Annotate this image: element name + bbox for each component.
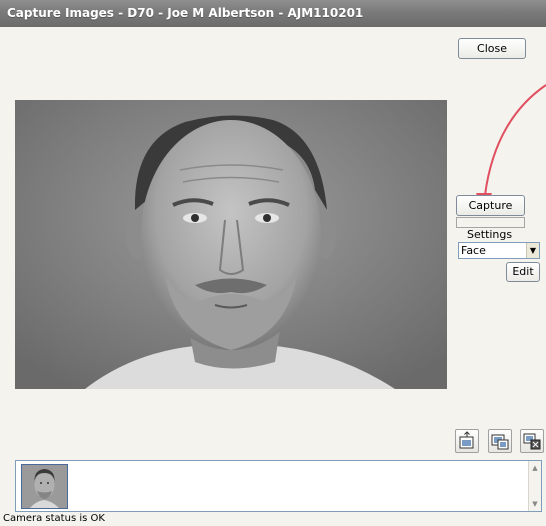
camera-status-text: Camera status is OK <box>3 513 105 524</box>
scroll-up-icon[interactable]: ▲ <box>529 462 541 474</box>
delete-image-button[interactable] <box>520 429 544 453</box>
capture-images-window: Capture Images - D70 - Joe M Albertson -… <box>0 0 546 526</box>
camera-preview <box>15 100 447 389</box>
dropdown-arrow-icon[interactable]: ▼ <box>526 243 539 258</box>
image-export-button[interactable] <box>488 429 512 453</box>
image-import-icon <box>459 431 474 449</box>
edit-button[interactable]: Edit <box>506 262 540 282</box>
close-button[interactable]: Close <box>458 38 526 59</box>
delete-image-icon <box>523 433 541 450</box>
image-import-button[interactable] <box>455 429 479 453</box>
capture-progress-bar <box>456 217 525 228</box>
thumbnail-scrollbar[interactable]: ▲ ▼ <box>528 461 541 511</box>
thumbnail-image <box>22 465 67 508</box>
scroll-down-icon[interactable]: ▼ <box>529 498 541 510</box>
portrait-image <box>15 100 447 389</box>
settings-dropdown[interactable]: Face ▼ <box>458 242 540 259</box>
thumbnail-panel: ▲ ▼ <box>15 460 542 512</box>
title-bar: Capture Images - D70 - Joe M Albertson -… <box>0 0 546 27</box>
settings-selected-value: Face <box>461 244 486 257</box>
capture-button[interactable]: Capture <box>456 195 525 216</box>
settings-label: Settings <box>467 228 513 241</box>
image-export-icon <box>491 434 509 450</box>
window-title: Capture Images - D70 - Joe M Albertson -… <box>7 6 364 20</box>
captured-image-thumbnail[interactable] <box>21 464 68 509</box>
